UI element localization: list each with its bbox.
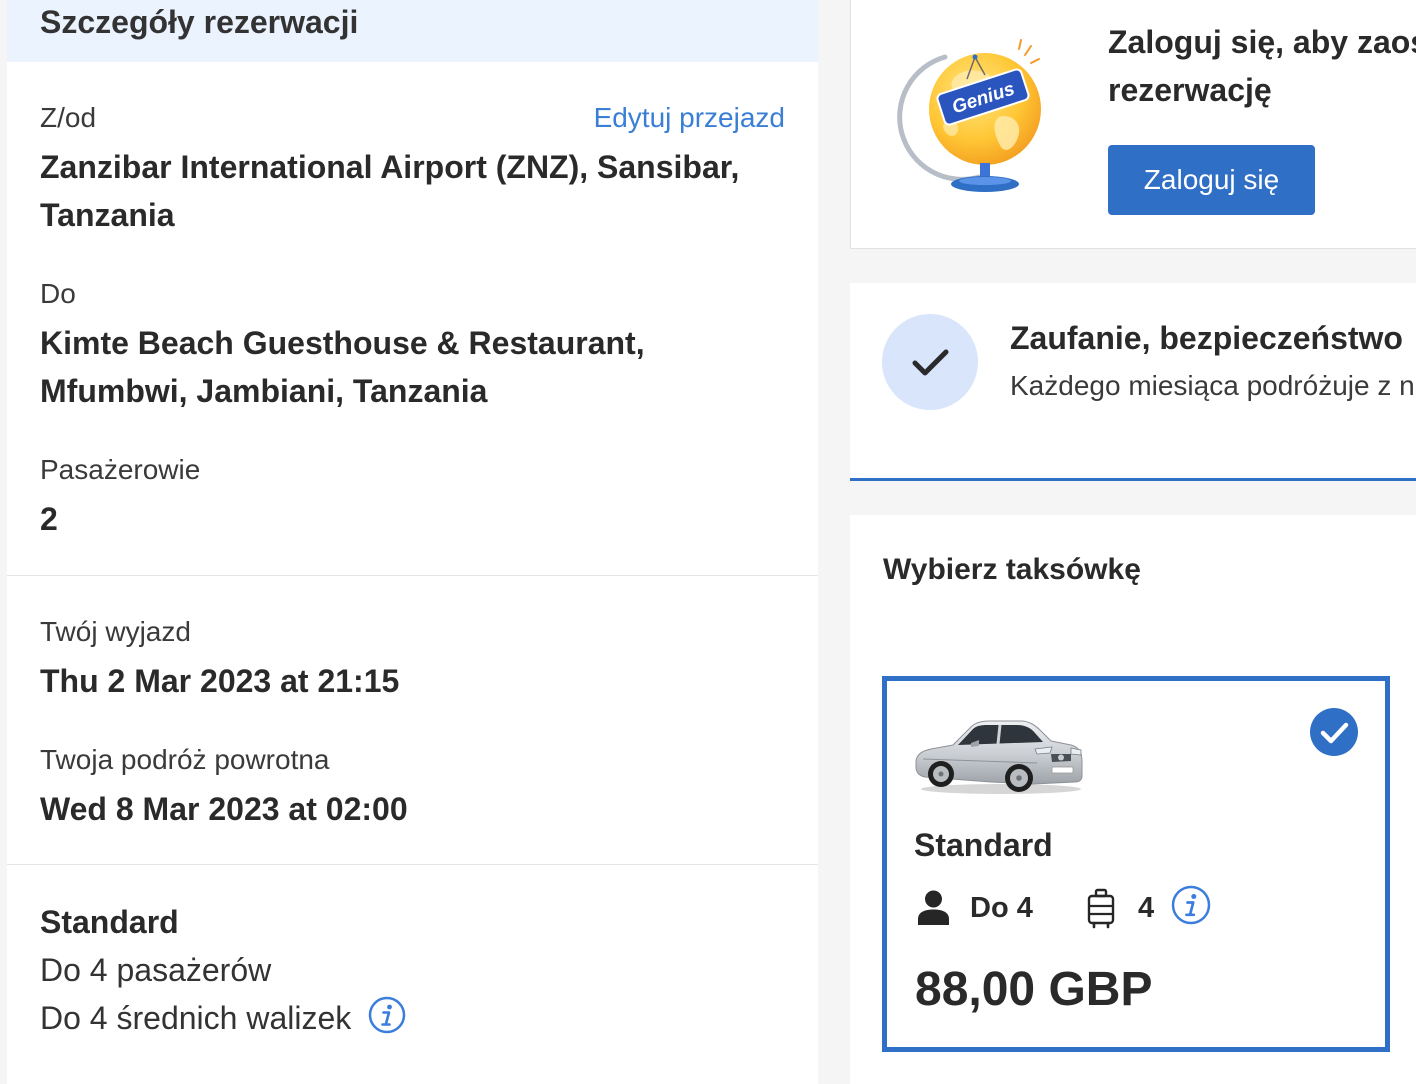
login-title-line2: rezerwację — [1108, 72, 1272, 108]
luggage-capacity-row: Do 4 średnich walizek — [40, 994, 785, 1042]
login-title: Zaloguj się, aby zaos rezerwację — [1108, 18, 1416, 114]
departure-field: Twój wyjazd Thu 2 Mar 2023 at 21:15 — [40, 614, 785, 705]
edit-ride-link[interactable]: Edytuj przejazd — [594, 100, 785, 136]
passengers-value: 2 — [40, 501, 58, 537]
trust-panel: Zaufanie, bezpieczeństwo Każdego miesiąc… — [850, 283, 1416, 481]
info-icon[interactable] — [1171, 885, 1211, 925]
silver-sedan-image — [915, 720, 1083, 794]
departure-value: Thu 2 Mar 2023 at 21:15 — [40, 663, 400, 699]
login-panel: Genius Zaloguj się, aby zaos rezerwację … — [850, 0, 1416, 249]
to-label: Do — [40, 278, 76, 309]
to-field: Do Kimte Beach Guesthouse & Restaurant, … — [40, 276, 785, 415]
genius-globe-illustration: Genius — [897, 39, 1041, 192]
luggage-icon — [1087, 888, 1115, 929]
vehicle-section: Standard Do 4 pasażerów Do 4 średnich wa… — [7, 865, 818, 1042]
from-label-row: Z/od Edytuj przejazd — [40, 100, 785, 136]
dates-section: Twój wyjazd Thu 2 Mar 2023 at 21:15 Twoj… — [7, 576, 818, 865]
from-label: Z/od — [40, 102, 97, 133]
car-front-wheel — [1005, 764, 1033, 792]
passengers-field: Pasażerowie 2 — [40, 452, 785, 543]
login-button[interactable]: Zaloguj się — [1108, 145, 1315, 215]
passengers-label: Pasażerowie — [40, 454, 201, 485]
return-label: Twoja podróż powrotna — [40, 744, 330, 775]
login-title-line1: Zaloguj się, aby zaos — [1108, 24, 1416, 60]
route-section: Z/od Edytuj przejazd Zanzibar Internatio… — [7, 62, 818, 576]
taxi-selection-title: Wybierz taksówkę — [883, 553, 1141, 586]
taxi-option-passengers: Do 4 — [970, 892, 1033, 924]
to-value: Kimte Beach Guesthouse & Restaurant, Mfu… — [40, 325, 645, 409]
luggage-capacity: Do 4 średnich walizek — [40, 1000, 352, 1036]
taxi-option-price: 88,00 GBP — [915, 963, 1153, 1016]
car-rear-wheel — [928, 761, 954, 787]
trust-subtitle: Każdego miesiąca podróżuje z n — [1010, 370, 1415, 401]
booking-details-title: Szczegóły rezerwacji — [7, 0, 818, 62]
car-license-plate — [1051, 766, 1074, 774]
info-icon[interactable] — [368, 996, 406, 1034]
passenger-capacity: Do 4 pasażerów — [40, 952, 272, 988]
checkmark-icon-graphic — [912, 349, 949, 376]
taxi-option-card-standard[interactable]: Standard Do 4 4 88,00 GBP — [882, 676, 1390, 1052]
checkmark-icon — [882, 314, 978, 410]
return-field: Twoja podróż powrotna Wed 8 Mar 2023 at … — [40, 742, 785, 833]
from-field: Z/od Edytuj przejazd Zanzibar Internatio… — [40, 100, 785, 239]
taxi-selection-panel: Wybierz taksówkę Standard Do 4 4 88,00 G… — [850, 515, 1416, 1084]
trust-title: Zaufanie, bezpieczeństwo — [1010, 320, 1403, 356]
return-value: Wed 8 Mar 2023 at 02:00 — [40, 791, 408, 827]
taxi-option-name: Standard — [914, 827, 1053, 863]
person-icon — [918, 890, 949, 925]
vehicle-name: Standard — [40, 904, 179, 940]
taxi-option-luggage: 4 — [1138, 892, 1155, 924]
info-icon-graphic — [369, 996, 406, 1034]
departure-label: Twój wyjazd — [40, 616, 191, 647]
check-circle-icon — [1310, 708, 1358, 756]
from-value: Zanzibar International Airport (ZNZ), Sa… — [40, 149, 740, 233]
booking-details-panel: Szczegóły rezerwacji Z/od Edytuj przejaz… — [7, 0, 818, 1084]
right-column: Genius Zaloguj się, aby zaos rezerwację … — [850, 0, 1416, 1084]
